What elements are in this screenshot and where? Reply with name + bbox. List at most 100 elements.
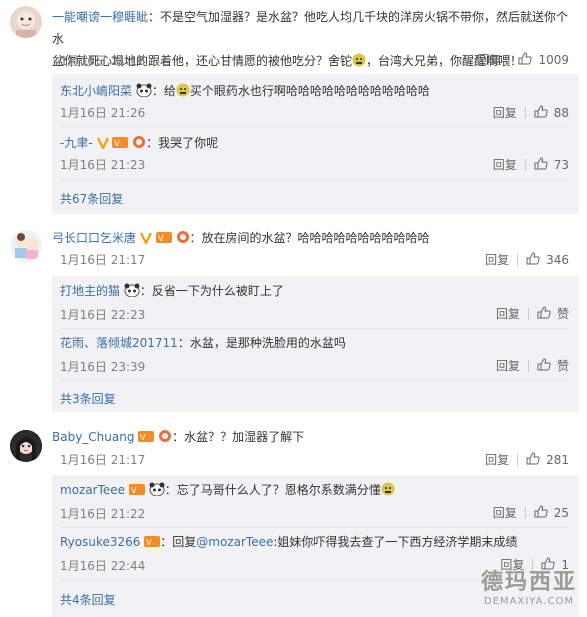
comment-time: 1月16日 21:17 xyxy=(60,453,146,467)
comment-body: Baby_Chuang V ：水盆？？加湿器了解下 xyxy=(52,427,304,449)
separator xyxy=(60,180,569,181)
reply-text: ：水盆，是那种洗脸用的水盆吗 xyxy=(177,336,346,350)
vip-badge-icon: V xyxy=(155,230,172,250)
reply-time: 1月16日 22:44 xyxy=(60,559,146,573)
like-icon[interactable] xyxy=(534,104,548,121)
reply-actions: 回复 赞 xyxy=(496,357,569,374)
comment-text: ：放在房间的水盆？哈哈哈哈哈哈哈哈哈哈哈 xyxy=(189,231,430,245)
comment-time: 1月16日 21:17 xyxy=(60,253,146,267)
separator xyxy=(60,126,569,127)
reply-list: 东北小嶋阳菜 ：给 买个眼药水也行啊哈哈哈哈哈哈哈哈哈哈哈哈 1月16日 21:2… xyxy=(52,74,579,214)
like-count: 赞 xyxy=(556,359,569,373)
verified-v-icon xyxy=(139,230,152,250)
vip-badge-icon: V xyxy=(138,429,155,449)
reply-text: ：给 xyxy=(151,84,176,98)
svg-text:V: V xyxy=(131,486,137,495)
vip-badge-icon: V xyxy=(128,483,145,501)
reply-username[interactable]: Ryosuke3266 xyxy=(60,535,140,549)
like-count: 346 xyxy=(546,252,569,267)
watermark-sub: DEMAXIYA.COM xyxy=(484,596,574,607)
reply-item: 花雨、落倾城201711：水盆，是那种洗脸用的水盆吗 xyxy=(60,334,346,352)
svg-text:V: V xyxy=(146,538,152,547)
reply-button[interactable]: 回复 xyxy=(493,156,517,173)
like-icon[interactable] xyxy=(534,504,548,521)
reply-button[interactable]: 回复 xyxy=(477,51,501,68)
comment-body: 弓长口口乞米唐 V ：放在房间的水盆？哈哈哈哈哈哈哈哈哈哈哈 xyxy=(52,228,430,250)
divider xyxy=(524,506,526,519)
reply-button[interactable]: 回复 xyxy=(493,504,517,521)
divider xyxy=(509,53,511,66)
reply-text-cont: 买个眼药水也行啊哈哈哈哈哈哈哈哈哈哈哈哈 xyxy=(189,84,430,98)
like-count: 1009 xyxy=(538,52,569,67)
reply-button[interactable]: 回复 xyxy=(493,104,517,121)
reply-username[interactable]: mozarTeee xyxy=(60,483,125,497)
comment-username[interactable]: 一能嘲谤一穆睚眦 xyxy=(52,10,148,24)
separator xyxy=(60,380,569,381)
svg-text:V: V xyxy=(140,433,146,442)
more-replies-link[interactable]: 共3条回复 xyxy=(60,390,116,407)
reply-username[interactable]: 花雨、落倾城201711 xyxy=(60,336,178,350)
avatar[interactable] xyxy=(10,230,42,262)
watermark-title: 德玛西亚 xyxy=(480,570,577,595)
reply-actions: 回复 88 xyxy=(493,104,569,121)
divider xyxy=(517,453,519,466)
comment-username[interactable]: Baby_Chuang xyxy=(52,430,134,444)
reply-text: ：忘了马哥什么人了？恩格尔系数满分懂 xyxy=(164,483,381,497)
reply-item: mozarTeee V ：忘了马哥什么人了？恩格尔系数满分懂 xyxy=(60,481,395,501)
vip-badge-icon: V xyxy=(112,136,129,154)
svg-text:V: V xyxy=(114,139,120,148)
reply-actions: 回复 73 xyxy=(493,156,569,173)
reply-item: Ryosuke3266 V ：回复@mozarTeee:姐妹你吓得我去查了一下西方… xyxy=(60,533,517,553)
like-icon[interactable] xyxy=(537,357,551,374)
comment-text: ：水盆？？加湿器了解下 xyxy=(172,430,305,444)
like-count: 281 xyxy=(546,452,569,467)
separator xyxy=(60,527,569,528)
like-count: 88 xyxy=(553,105,569,120)
reply-button[interactable]: 回复 xyxy=(485,251,509,268)
panda-icon xyxy=(136,83,152,102)
like-count: 73 xyxy=(553,157,569,172)
comment-username[interactable]: 弓长口口乞米唐 xyxy=(52,231,136,245)
reply-button[interactable]: 回复 xyxy=(496,357,520,374)
reply-username[interactable]: 东北小嶋阳菜 xyxy=(60,84,132,98)
reply-time: 1月16日 21:26 xyxy=(60,106,146,120)
more-replies-link[interactable]: 共4条回复 xyxy=(60,591,116,608)
like-count: 25 xyxy=(553,505,569,520)
comment-actions: 回复 1009 xyxy=(477,51,569,68)
reply-text: ：我哭了你呢 xyxy=(146,136,219,150)
reply-actions: 回复 赞 xyxy=(496,305,569,322)
like-icon[interactable] xyxy=(518,51,533,68)
divider xyxy=(524,158,526,171)
vip-badge-icon: V xyxy=(144,535,161,553)
fan-badge-icon xyxy=(158,429,172,449)
reply-item: 打地主的猫 ：反省一下为什么被盯上了 xyxy=(60,282,284,302)
svg-text:V: V xyxy=(158,234,164,243)
like-icon[interactable] xyxy=(537,305,551,322)
reply-button[interactable]: 回复 xyxy=(496,305,520,322)
emoji-icon xyxy=(352,52,366,74)
reply-button[interactable]: 回复 xyxy=(485,451,509,468)
separator xyxy=(60,328,569,329)
reply-item: 东北小嶋阳菜 ：给 买个眼药水也行啊哈哈哈哈哈哈哈哈哈哈哈哈 xyxy=(60,82,430,102)
divider xyxy=(524,106,526,119)
avatar[interactable] xyxy=(10,430,42,462)
panda-icon xyxy=(149,482,165,501)
verified-v-icon xyxy=(96,136,109,154)
avatar[interactable] xyxy=(10,6,42,38)
reply-text: ：回复 xyxy=(160,535,197,549)
panda-icon xyxy=(124,283,140,302)
emoji-icon xyxy=(176,83,190,102)
mention-link[interactable]: @mozarTeee xyxy=(196,535,273,549)
like-icon[interactable] xyxy=(526,451,540,468)
reply-list: 打地主的猫 ：反省一下为什么被盯上了 1月16日 22:23 回复 赞 花雨、落… xyxy=(52,276,579,412)
like-icon[interactable] xyxy=(526,251,540,268)
divider xyxy=(527,307,529,320)
reply-item: -九聿- V ：我哭了你呢 xyxy=(60,134,218,154)
reply-text: ：反省一下为什么被盯上了 xyxy=(139,284,284,298)
like-icon[interactable] xyxy=(534,156,548,173)
reply-time: 1月16日 21:22 xyxy=(60,507,146,521)
reply-username[interactable]: 打地主的猫 xyxy=(60,284,120,298)
reply-username[interactable]: -九聿- xyxy=(60,136,93,150)
more-replies-link[interactable]: 共67条回复 xyxy=(60,190,123,207)
emoji-icon xyxy=(381,482,395,501)
